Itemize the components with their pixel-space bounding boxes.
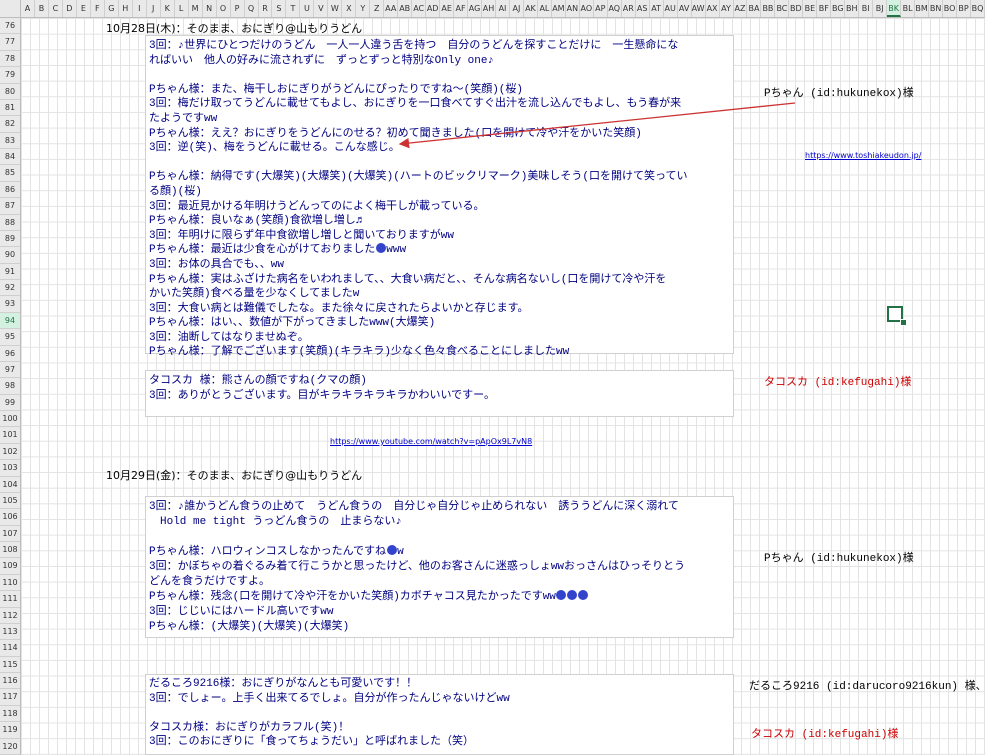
arrow-line: [398, 102, 796, 149]
annotation-arrow: [398, 102, 796, 149]
fill-handle[interactable]: [900, 319, 907, 326]
